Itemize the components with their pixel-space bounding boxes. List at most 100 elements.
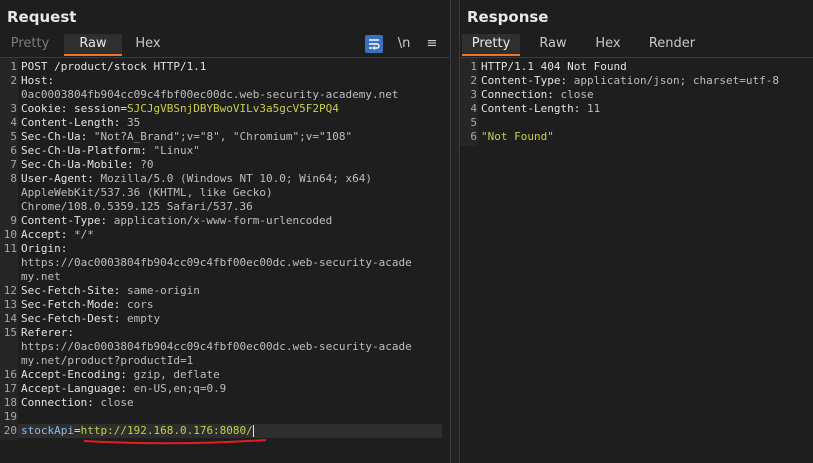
line-number: 10 — [3, 228, 17, 241]
line-text: User-Agent: Mozilla/5.0 (Windows NT 10.0… — [21, 172, 372, 186]
request-editor[interactable]: 1 POST /product/stock HTTP/1.1 2 Host: 0ac00… — [0, 58, 442, 463]
response-editor[interactable]: 1 HTTP/1.1 404 Not Found 2 Content-Type: ap… — [460, 58, 813, 463]
line-number: 2 — [10, 74, 17, 87]
line-text: POST /product/stock HTTP/1.1 — [21, 60, 206, 74]
line-text: Content-Type: application/x-www-form-url… — [21, 214, 332, 228]
request-menu-icon[interactable]: ≡ — [424, 35, 440, 53]
line-text: Sec-Fetch-Dest: empty — [21, 312, 160, 326]
line-number: 12 — [3, 284, 17, 297]
tab-request-hex[interactable]: Hex — [128, 34, 168, 56]
text-caret — [252, 425, 254, 437]
tab-response-hex[interactable]: Hex — [588, 34, 628, 56]
line-text: Cookie: session=SJCJgVBSnjDBYBwoVILv3a5g… — [21, 102, 339, 116]
header-name: Content-Length: — [481, 102, 587, 115]
request-line: 12 Sec-Fetch-Site: same-origin — [0, 284, 440, 298]
header-name: Sec-Ch-Ua-Platform: — [21, 144, 154, 157]
request-line: 3 Cookie: session=SJCJgVBSnjDBYBwoVILv3a5… — [0, 102, 440, 116]
header-value: session= — [73, 102, 127, 115]
header-value: 0ac0003804fb904cc09c4fbf00ec00dc.web-sec… — [21, 88, 399, 101]
line-number: 6 — [470, 130, 477, 143]
line-number: 16 — [3, 368, 17, 381]
header-value: AppleWebKit/537.36 (KHTML, like Gecko) — [21, 186, 273, 199]
response-line: 5 — [460, 116, 813, 130]
line-number: 4 — [470, 102, 477, 115]
line-text: Connection: close — [21, 396, 134, 410]
tab-response-render[interactable]: Render — [642, 34, 702, 56]
line-text: Connection: close — [481, 88, 594, 102]
header-name: Accept-Encoding: — [21, 368, 134, 381]
line-number: 3 — [10, 102, 17, 115]
line-text: my.net/product?productId=1 — [21, 354, 193, 368]
line-number: 11 — [3, 242, 17, 255]
line-text: Sec-Fetch-Mode: cors — [21, 298, 153, 312]
header-value: https://0ac0003804fb904cc09c4fbf00ec00dc… — [21, 340, 412, 353]
header-value: 35 — [126, 116, 141, 129]
request-line: 8 User-Agent: Mozilla/5.0 (Windows NT 10.… — [0, 172, 440, 186]
line-text: Accept-Language: en-US,en;q=0.9 — [21, 382, 226, 396]
header-value: close — [560, 88, 594, 101]
stock-api-url-value[interactable]: http://192.168.0.176:8080/ — [81, 424, 253, 437]
line-number: 17 — [3, 382, 17, 395]
request-line: https://0ac0003804fb904cc09c4fbf00ec00dc… — [0, 256, 440, 270]
tab-response-raw[interactable]: Raw — [532, 34, 574, 56]
response-body-line: 6 "Not Found" — [460, 130, 800, 144]
line-text: Content-Type: application/json; charset=… — [481, 74, 779, 88]
request-body-line[interactable]: 20 stockApi=http://192.168.0.176:8080/ — [0, 424, 440, 438]
request-line: 0ac0003804fb904cc09c4fbf00ec00dc.web-sec… — [0, 88, 440, 102]
line-text: Content-Length: 35 — [21, 116, 140, 130]
line-text: Sec-Ch-Ua-Mobile: ?0 — [21, 158, 153, 172]
header-value: empty — [126, 312, 161, 325]
header-value: */* — [73, 228, 94, 241]
request-line: 16 Accept-Encoding: gzip, deflate — [0, 368, 440, 382]
request-line: Chrome/108.0.5359.125 Safari/537.36 — [0, 200, 440, 214]
line-number: 3 — [470, 88, 477, 101]
line-text: HTTP/1.1 404 Not Found — [481, 60, 627, 74]
line-number: 5 — [470, 116, 477, 129]
response-panel: Response Pretty Raw Hex Render 1 HTTP/1.1… — [460, 0, 813, 463]
header-value: gzip, deflate — [133, 368, 220, 381]
param-equals: = — [73, 424, 81, 437]
request-line: 19 — [0, 410, 440, 424]
request-line: 10 Accept: */* — [0, 228, 440, 242]
line-text: Sec-Ch-Ua: "Not?A_Brand";v="8", "Chromiu… — [21, 130, 352, 144]
request-line: 14 Sec-Fetch-Dest: empty — [0, 312, 440, 326]
tab-request-pretty[interactable]: Pretty — [4, 34, 56, 56]
request-line: AppleWebKit/537.36 (KHTML, like Gecko) — [0, 186, 440, 200]
line-number: 6 — [10, 144, 17, 157]
header-name: Content-Type: — [21, 214, 114, 227]
header-value: Mozilla/5.0 (Windows NT 10.0; Win64; x64… — [100, 172, 373, 185]
line-text: my.net — [21, 270, 61, 284]
line-number: 14 — [3, 312, 17, 325]
header-value: my.net — [21, 270, 61, 283]
response-line: 2 Content-Type: application/json; charset… — [460, 74, 813, 88]
header-value: close — [100, 396, 134, 409]
response-body-json: "Not Found" — [481, 130, 554, 143]
tab-request-raw[interactable]: Raw — [64, 34, 122, 56]
request-line: 2 Host: — [0, 74, 440, 88]
response-line: 4 Content-Length: 11 — [460, 102, 813, 116]
request-panel: Request Pretty Raw Hex \n ≡ 1 POST /produ… — [0, 0, 450, 463]
line-number: 1 — [470, 60, 477, 73]
red-underline-annotation — [83, 439, 267, 445]
header-name: HTTP/1.1 404 Not Found — [481, 60, 627, 73]
header-name: User-Agent: — [21, 172, 101, 185]
line-number: 2 — [470, 74, 477, 87]
header-value: https://0ac0003804fb904cc09c4fbf00ec00dc… — [21, 256, 412, 269]
request-line: my.net — [0, 270, 440, 284]
response-line: 1 HTTP/1.1 404 Not Found — [460, 60, 813, 74]
newline-toggle-button[interactable]: \n — [396, 35, 412, 53]
header-value: "Linux" — [153, 144, 200, 157]
wrap-lines-button[interactable] — [365, 35, 383, 53]
request-line: 15 Referer: — [0, 326, 440, 340]
header-name: Connection: — [481, 88, 561, 101]
tab-response-pretty[interactable]: Pretty — [462, 34, 520, 56]
line-text: AppleWebKit/537.36 (KHTML, like Gecko) — [21, 186, 273, 200]
header-value: ?0 — [140, 158, 154, 171]
line-number: 1 — [10, 60, 17, 73]
line-text: Origin: — [21, 242, 67, 256]
line-text: 0ac0003804fb904cc09c4fbf00ec00dc.web-sec… — [21, 88, 399, 102]
header-name: Accept: — [21, 228, 74, 241]
session-cookie-value: SJCJgVBSnjDBYBwoVILv3a5gcV5F2PQ4 — [126, 102, 339, 115]
panel-divider[interactable] — [450, 0, 460, 463]
request-line: 1 POST /product/stock HTTP/1.1 — [0, 60, 440, 74]
